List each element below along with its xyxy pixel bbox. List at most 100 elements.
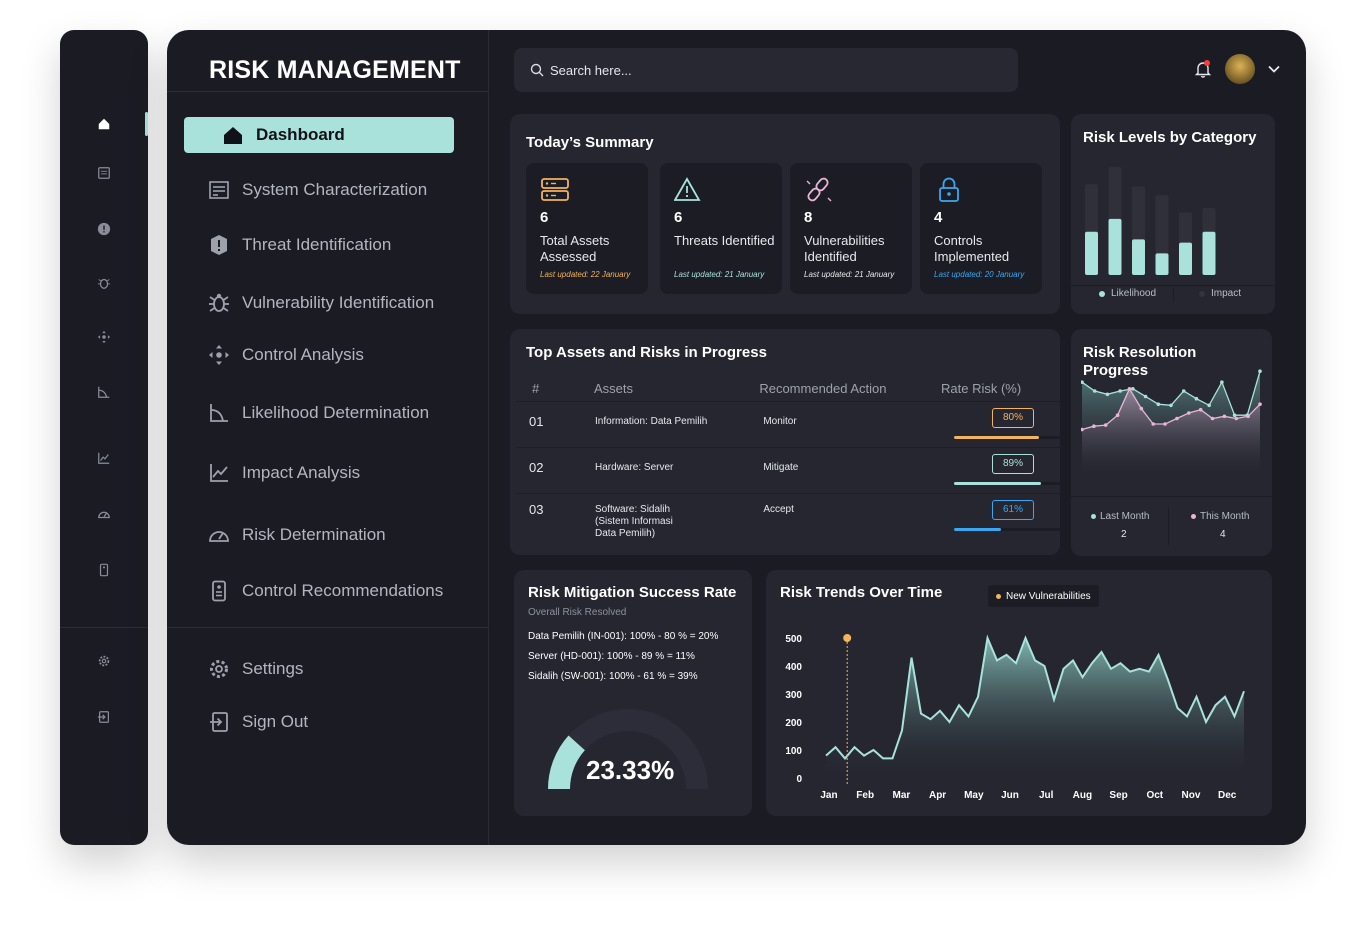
likelihood-bar	[1179, 242, 1192, 275]
table-row[interactable]: 02 Hardware: Server Mitigate 89%	[516, 446, 1060, 493]
divider	[167, 91, 489, 92]
search-icon	[530, 63, 544, 77]
this-month-point	[1151, 422, 1155, 426]
mitigation-subtitle: Overall Risk Resolved	[528, 607, 627, 618]
nav-item-threat-identification[interactable]: Threat Identification	[184, 227, 454, 263]
legend-this-month: This Month	[1191, 511, 1249, 522]
x-tick-label: Jul	[1039, 790, 1054, 801]
warning-icon	[674, 177, 701, 201]
stat-threats[interactable]: 6 Threats Identified Last updated: 21 Ja…	[660, 163, 782, 294]
sign-out-icon[interactable]	[96, 709, 112, 725]
likelihood-icon[interactable]	[96, 384, 112, 400]
mitigation-line: Sidalih (SW-001): 100% - 61 % = 39%	[528, 671, 698, 682]
marker-point	[843, 634, 852, 642]
control-icon[interactable]	[96, 329, 112, 345]
row-asset: Software: Sidalih (Sistem Informasi Data…	[589, 492, 750, 545]
search-input[interactable]	[550, 62, 970, 78]
table-row[interactable]: 01 Information: Data Pemilih Monitor 80%	[516, 400, 1060, 447]
last-month-point	[1143, 394, 1148, 399]
likelihood-icon	[206, 400, 232, 426]
icon-rail	[60, 30, 148, 845]
chevron-down-icon[interactable]	[1267, 62, 1281, 76]
table-row[interactable]: 03 Software: Sidalih (Sistem Informasi D…	[516, 492, 1060, 545]
this-month-point	[1187, 411, 1191, 415]
home-icon[interactable]	[96, 116, 112, 132]
app-window: RISK MANAGEMENT Dashboard System Charact…	[167, 30, 1306, 845]
nav-item-sign-out[interactable]: Sign Out	[184, 704, 454, 740]
nav-label: Impact Analysis	[242, 463, 361, 482]
stat-label: Total Assets Assessed	[540, 233, 610, 264]
control-icon	[206, 342, 232, 368]
top-assets-title: Top Assets and Risks in Progress	[526, 344, 767, 361]
progress-fill	[954, 481, 1041, 485]
table-header: # Assets Recommended Action Rate Risk (%…	[516, 377, 1060, 401]
row-action: Mitigate	[749, 446, 924, 493]
resolution-chart	[1081, 369, 1262, 479]
stat-value: 8	[804, 209, 813, 226]
last-month-point	[1092, 389, 1097, 393]
nav-item-likelihood-determination[interactable]: Likelihood Determination	[184, 395, 454, 431]
last-month-point	[1207, 403, 1211, 408]
nav-item-impact-analysis[interactable]: Impact Analysis	[184, 455, 454, 491]
list-icon[interactable]	[96, 165, 112, 181]
divider	[167, 627, 489, 628]
risk-levels-chart	[1085, 167, 1216, 275]
col-number: #	[532, 381, 540, 397]
row-rate-cell: 61%	[924, 492, 1060, 545]
rail-divider	[60, 627, 148, 628]
trends-chart: 0 100 200 300 400 500 Jan Feb Mar Apr May Jun Jul Aug…	[785, 634, 1245, 801]
alert-icon[interactable]	[96, 221, 112, 237]
stat-vulnerabilities[interactable]: 8 Vulnerabilities Identified Last update…	[790, 163, 912, 294]
gauge-icon[interactable]	[96, 506, 112, 522]
this-month-point	[1258, 402, 1262, 406]
nav-item-vulnerability-identification[interactable]: Vulnerability Identification	[184, 285, 454, 321]
system-icon	[206, 177, 232, 203]
active-indicator	[145, 112, 148, 136]
summary-card: Today’s Summary 6 Total Assets Assessed …	[510, 114, 1060, 314]
avatar[interactable]	[1225, 54, 1255, 84]
x-tick-label: May	[964, 790, 984, 801]
stat-updated: Last updated: 21 January	[674, 270, 765, 279]
likelihood-bar	[1132, 239, 1145, 275]
summary-title: Today’s Summary	[526, 134, 654, 151]
legend-label: Last Month	[1100, 511, 1150, 522]
nav-item-system-characterization[interactable]: System Characterization	[184, 172, 454, 208]
x-tick-label: Nov	[1182, 790, 1201, 801]
last-month-point	[1131, 387, 1135, 391]
row-number: 01	[516, 400, 590, 447]
legend-dot	[1099, 290, 1105, 297]
progress-bar	[954, 435, 1060, 439]
stat-updated: Last updated: 22 January	[540, 270, 631, 279]
remote-icon[interactable]	[96, 562, 112, 578]
stat-label: Vulnerabilities Identified	[804, 233, 885, 264]
server-icon	[541, 178, 569, 201]
gauge-icon	[206, 522, 232, 548]
legend-label: New Vulnerabilities	[1006, 590, 1091, 602]
last-month-value: 2	[1121, 529, 1127, 540]
nav-item-control-recommendations[interactable]: Control Recommendations	[184, 573, 454, 609]
settings-icon[interactable]	[96, 653, 112, 669]
bug-icon[interactable]	[96, 275, 112, 291]
y-tick-label: 100	[785, 746, 802, 757]
stat-controls[interactable]: 4 Controls Implemented Last updated: 20 …	[920, 163, 1042, 294]
sidebar: RISK MANAGEMENT Dashboard System Charact…	[167, 30, 489, 845]
nav-item-dashboard[interactable]: Dashboard	[184, 117, 454, 153]
row-asset: Hardware: Server	[589, 446, 750, 493]
divider	[1071, 285, 1275, 286]
trends-title: Risk Trends Over Time	[780, 584, 943, 601]
likelihood-bar	[1085, 231, 1098, 275]
nav-item-risk-determination[interactable]: Risk Determination	[184, 517, 454, 553]
trends-card: Risk Trends Over Time New Vulnerabilitie…	[766, 570, 1272, 816]
nav-item-settings[interactable]: Settings	[184, 651, 454, 687]
this-month-point	[1234, 416, 1239, 421]
last-month-point	[1232, 413, 1237, 417]
chart-icon[interactable]	[96, 450, 112, 466]
stat-total-assets[interactable]: 6 Total Assets Assessed Last updated: 22…	[526, 163, 648, 294]
last-month-point	[1181, 389, 1186, 393]
x-tick-label: Aug	[1073, 790, 1092, 801]
last-month-point	[1169, 403, 1173, 408]
nav-item-control-analysis[interactable]: Control Analysis	[184, 337, 454, 373]
mitigation-title: Risk Mitigation Success Rate	[528, 584, 737, 601]
x-tick-label: Apr	[929, 790, 946, 801]
this-month-value: 4	[1220, 529, 1226, 540]
